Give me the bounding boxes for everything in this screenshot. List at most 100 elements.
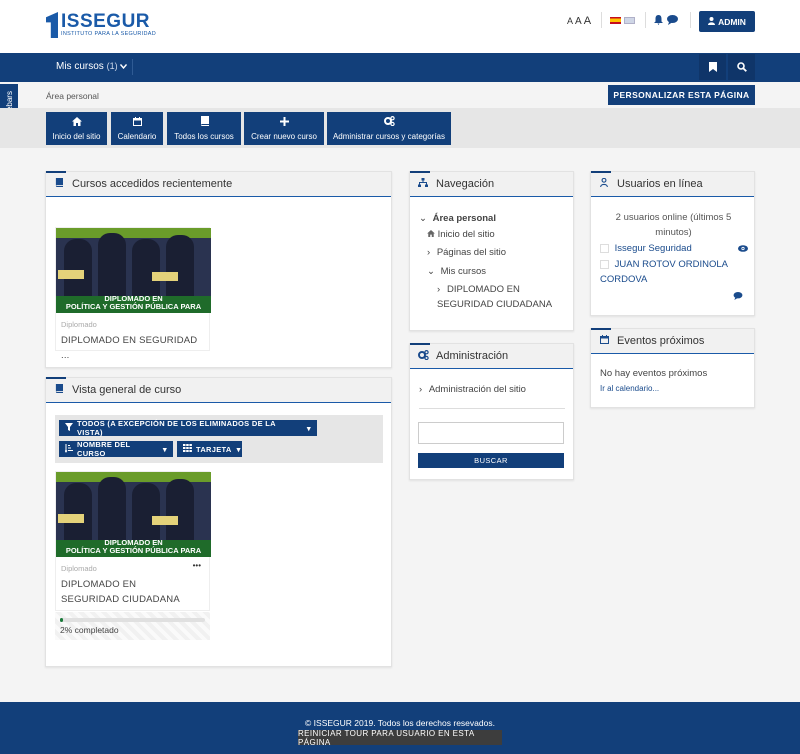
- nav-item-my-courses[interactable]: ⌄ Mis cursos: [427, 262, 569, 282]
- quick-button-create-course[interactable]: Crear nuevo curso: [244, 112, 324, 145]
- nav-item-label: Área personal: [432, 213, 496, 224]
- progress-bar: [60, 618, 205, 622]
- grouping-filter-dropdown[interactable]: TODOS (A EXCEPCIÓN DE LOS ELIMINADOS DE …: [59, 419, 317, 437]
- nav-item-label: Páginas del sitio: [436, 247, 506, 258]
- quick-button-manage-courses[interactable]: Administrar cursos y categorías: [327, 112, 451, 145]
- quick-button-label: Administrar cursos y categorías: [332, 132, 446, 141]
- caret-down-icon: ▾: [306, 423, 311, 433]
- online-user-name[interactable]: Issegur Seguridad: [615, 243, 692, 254]
- course-name-line: SEGURIDAD CIUDADANA: [61, 594, 180, 605]
- font-large-button[interactable]: A: [584, 15, 591, 27]
- admin-search-button[interactable]: BUSCAR: [418, 453, 564, 468]
- divider: [690, 12, 691, 28]
- quick-button-label: Crear nuevo curso: [251, 131, 317, 141]
- quick-button-all-courses[interactable]: Todos los cursos: [167, 112, 241, 145]
- navigation-block: Navegación ⌄ Área personal Inicio del si…: [409, 171, 574, 331]
- block-header: Administración: [410, 343, 573, 369]
- my-courses-dropdown[interactable]: Mis cursos (1): [56, 61, 128, 72]
- course-image[interactable]: DIPLOMADO EN POLÍTICA Y GESTIÓN PÚBLICA …: [56, 228, 211, 313]
- course-menu-icon[interactable]: •••: [193, 561, 201, 570]
- nav-item-site-admin[interactable]: › Administración del sitio: [419, 384, 526, 395]
- divider: [601, 12, 602, 28]
- online-user-row[interactable]: Issegur Seguridad: [600, 241, 750, 256]
- cogs-icon: [383, 116, 395, 129]
- course-name-link[interactable]: DIPLOMADO EN SEGURIDAD CIUDADANA: [61, 577, 204, 607]
- sort-icon: [64, 443, 73, 455]
- nav-item-dashboard[interactable]: ⌄ Área personal: [419, 212, 569, 226]
- user-icon: [708, 16, 716, 27]
- message-icon[interactable]: [733, 292, 743, 303]
- block-title: Vista general de curso: [72, 384, 182, 396]
- sitemap-icon: [410, 178, 436, 190]
- bookmark-button[interactable]: [699, 54, 726, 80]
- sort-label: NOMBRE DEL CURSO: [77, 440, 131, 458]
- quick-button-site-home[interactable]: Inicio del sitio: [46, 112, 107, 145]
- block-title: Eventos próximos: [617, 335, 705, 347]
- eye-icon[interactable]: [738, 242, 748, 257]
- notifications-bell-icon[interactable]: [654, 15, 663, 28]
- online-summary-line: 2 usuarios online (últimos 5: [615, 212, 732, 223]
- user-icon: [591, 177, 617, 190]
- logo-subtitle: INSTITUTO PARA LA SEGURIDAD: [61, 31, 156, 37]
- nav-item-site-pages[interactable]: › Páginas del sitio: [427, 244, 569, 262]
- calendar-icon: [132, 116, 142, 129]
- nav-item-label: SEGURIDAD CIUDADANA: [437, 299, 553, 310]
- top-header: ISSEGUR INSTITUTO PARA LA SEGURIDAD AAA …: [0, 0, 800, 53]
- chevron-down-icon: [120, 61, 128, 72]
- quick-button-calendar[interactable]: Calendario: [111, 112, 163, 145]
- font-medium-button[interactable]: A: [575, 16, 582, 27]
- progress-text: 2% completado: [60, 625, 119, 635]
- admin-search-input[interactable]: [418, 422, 564, 444]
- upcoming-events-block: Eventos próximos No hay eventos próximos…: [590, 328, 755, 408]
- grid-icon: [183, 444, 192, 454]
- nav-item-course[interactable]: › DIPLOMADO EN SEGURIDAD CIUDADANA: [437, 282, 569, 312]
- font-size-controls: AAA: [567, 15, 593, 27]
- course-category: Diplomado: [61, 564, 97, 573]
- spanish-flag-icon[interactable]: [610, 17, 621, 24]
- footer-copyright: © ISSEGUR 2019. Todos los derechos resev…: [305, 718, 495, 728]
- chevron-right-icon: ›: [427, 247, 431, 258]
- online-summary-line: minutos): [655, 227, 692, 238]
- online-summary: 2 usuarios online (últimos 5 minutos): [591, 210, 756, 240]
- admin-user-button[interactable]: ADMIN: [699, 11, 755, 32]
- online-user-name[interactable]: JUAN ROTOV ORDINOLA: [615, 259, 728, 270]
- nav-item-label: DIPLOMADO EN: [447, 284, 520, 295]
- quick-button-label: Calendario: [117, 131, 157, 141]
- book-icon: [46, 384, 72, 396]
- messages-bubble-icon[interactable]: [667, 15, 678, 28]
- nav-item-site-home[interactable]: Inicio del sitio: [427, 226, 569, 244]
- course-name-link[interactable]: DIPLOMADO EN SEGURIDAD ...: [61, 333, 204, 363]
- nav-item-label: Inicio del sitio: [437, 229, 495, 240]
- home-icon: [71, 116, 82, 129]
- go-to-calendar-link[interactable]: Ir al calendario...: [600, 384, 659, 393]
- my-courses-label: Mis cursos: [56, 61, 104, 72]
- nav-item-label: Administración del sitio: [428, 384, 526, 395]
- english-flag-icon[interactable]: [624, 17, 635, 24]
- reset-tour-button[interactable]: REINICIAR TOUR PARA USUARIO EN ESTA PÁGI…: [298, 729, 502, 747]
- search-button[interactable]: [728, 54, 755, 80]
- sort-dropdown[interactable]: NOMBRE DEL CURSO ▾: [59, 440, 173, 458]
- breadcrumb[interactable]: Área personal: [46, 91, 99, 101]
- overview-course-card[interactable]: DIPLOMADO EN POLÍTICA Y GESTIÓN PÚBLICA …: [55, 471, 211, 611]
- course-image[interactable]: DIPLOMADO EN POLÍTICA Y GESTIÓN PÚBLICA …: [56, 472, 211, 557]
- recent-course-card[interactable]: DIPLOMADO EN POLÍTICA Y GESTIÓN PÚBLICA …: [55, 227, 211, 361]
- font-small-button[interactable]: A: [567, 16, 573, 26]
- cogs-icon: [410, 349, 436, 363]
- personalize-page-button[interactable]: PERSONALIZAR ESTA PÁGINA: [608, 85, 755, 105]
- book-icon: [46, 178, 72, 190]
- view-dropdown[interactable]: TARJETA ▾: [177, 441, 242, 457]
- filter-icon: [65, 423, 73, 433]
- course-progress: 2% completado: [55, 612, 210, 640]
- chevron-down-icon: ⌄: [427, 266, 435, 277]
- progress-fill: [60, 618, 63, 622]
- admin-label: ADMIN: [718, 16, 746, 27]
- online-user-name[interactable]: CORDOVA: [600, 272, 750, 287]
- online-user-row[interactable]: JUAN ROTOV ORDINOLA CORDOVA: [600, 257, 750, 287]
- course-image-caption: DIPLOMADO EN POLÍTICA Y GESTIÓN PÚBLICA …: [56, 295, 211, 311]
- site-logo[interactable]: ISSEGUR INSTITUTO PARA LA SEGURIDAD: [46, 12, 156, 42]
- block-title: Usuarios en línea: [617, 178, 703, 190]
- quick-button-label: Todos los cursos: [174, 132, 234, 141]
- home-icon: [427, 229, 438, 240]
- block-title: Cursos accedidos recientemente: [72, 178, 233, 190]
- image-caption-line: POLÍTICA Y GESTIÓN PÚBLICA PARA: [65, 302, 202, 311]
